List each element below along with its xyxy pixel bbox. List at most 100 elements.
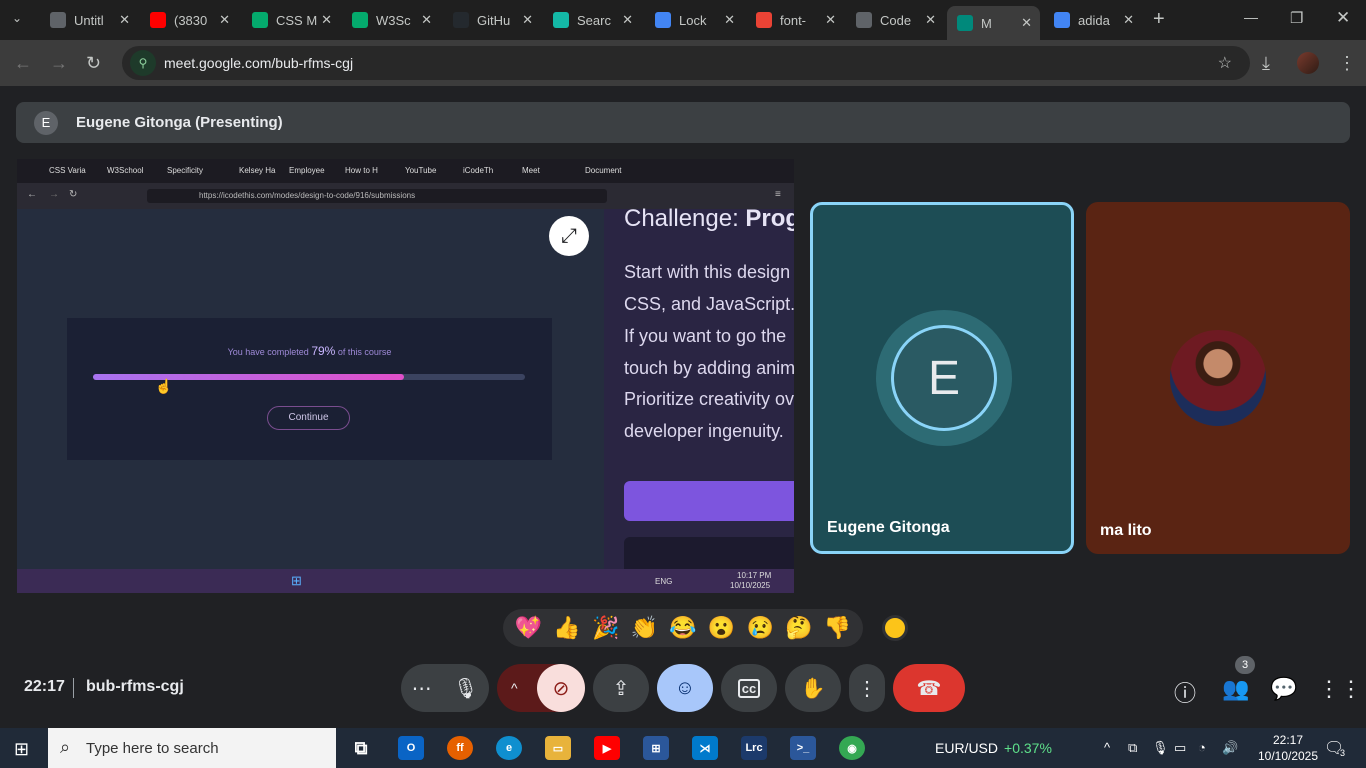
tab-close-icon[interactable]: ✕ [119,12,130,28]
powershell-icon[interactable]: >_ [790,736,816,760]
restore-window-icon[interactable]: ❐ [1290,9,1303,27]
tab-close-icon[interactable]: ✕ [421,12,432,28]
close-window-icon[interactable]: ✕ [1336,8,1350,28]
expand-icon[interactable]: ⤢ [549,216,589,256]
info-icon[interactable]: ⓘ [1174,676,1196,708]
search-icon: ⌕ [60,737,71,757]
leave-call-button[interactable]: ☎ [893,664,965,712]
tab-close-icon[interactable]: ✕ [925,12,936,28]
github-icon [453,12,469,28]
store-icon[interactable]: ⊞ [643,736,669,760]
tab-close-icon[interactable]: ✕ [724,12,735,28]
browser-tab[interactable]: Searc ✕ [543,6,641,34]
taskbar-search-box[interactable]: ⌕ Type here to search [48,728,336,768]
tab-close-icon[interactable]: ✕ [219,12,230,28]
reaction-emoji-button[interactable]: 😢 [747,615,774,641]
firefox-icon[interactable]: ff [447,736,473,760]
browser-tab[interactable]: W3Sc ✕ [342,6,440,34]
reaction-emoji-button[interactable]: 🎉 [592,615,619,641]
presenter-name: Eugene Gitonga (Presenting) [76,114,283,131]
reaction-emoji-button[interactable]: 👏 [631,615,658,641]
file-explorer-icon[interactable]: ▭ [545,736,571,760]
tab-close-icon[interactable]: ✕ [622,12,633,28]
tab-close-icon[interactable]: ✕ [522,12,533,28]
shared-menu-icon: ≡ [775,189,781,200]
reload-icon[interactable]: ↻ [86,53,101,74]
avatar: E [891,325,997,431]
browser-tab[interactable]: (3830 ✕ [140,6,238,34]
windows-start-icon[interactable]: ⊞ [14,739,29,760]
camera-off-icon[interactable]: ⊘ [537,664,585,712]
presenter-avatar: E [34,110,58,135]
activities-icon[interactable]: ⋮⋮ [1318,676,1362,702]
volume-icon[interactable]: 🔊 [1222,740,1238,756]
chat-icon[interactable]: 💬 [1270,676,1297,702]
browser-tab[interactable]: M ✕ [947,6,1040,40]
browser-tab[interactable]: CSS M ✕ [242,6,340,34]
shared-back-icon: ← [27,189,37,200]
chrome-menu-icon[interactable]: ⋮ [1338,53,1356,74]
browser-tab[interactable]: Untitl ✕ [40,6,138,34]
reaction-emoji-button[interactable]: 💖 [515,615,542,641]
tab-title: CSS M [276,12,318,28]
microphone-icon[interactable]: 🎙 [453,676,478,701]
lightroom-icon[interactable]: Lrc [741,736,767,760]
bookmark-star-icon[interactable]: ☆ [1218,53,1232,73]
show-hidden-icons-icon[interactable]: ^ [1104,740,1110,755]
minimize-window-icon[interactable]: — [1244,9,1258,25]
participant-tile-malito[interactable]: ma lito [1086,202,1350,554]
browser-tab[interactable]: Code ✕ [846,6,944,34]
emoji-button[interactable]: ☺ [657,664,713,712]
browser-tab[interactable]: adida ✕ [1044,6,1142,34]
new-tab-button[interactable]: + [1153,8,1165,31]
tab-close-icon[interactable]: ✕ [1123,12,1134,28]
browser-tab[interactable]: Lock ✕ [645,6,743,34]
reaction-emoji-button[interactable]: 👎 [824,615,851,641]
mic-options-icon[interactable]: ⋯ [412,676,432,701]
address-bar[interactable]: ⚲ meet.google.com/bub-rfms-cgj ☆ [122,46,1250,80]
meet-presenting-icon[interactable]: ⧉ [1128,740,1137,756]
tab-title: font- [780,12,807,28]
wifi-icon[interactable]: ◔ [1198,740,1206,755]
camera-options-icon[interactable]: ^ [511,680,518,696]
people-icon[interactable]: 👥 [1222,676,1249,702]
chrome-icon[interactable]: ◉ [839,736,865,760]
browser-tab[interactable]: GitHu ✕ [443,6,541,34]
participant-tile-eugene[interactable]: E Eugene Gitonga [810,202,1074,554]
raise-hand-button[interactable]: ✋ [785,664,841,712]
reaction-emoji-button[interactable]: 😂 [669,615,696,641]
reaction-emoji-button[interactable]: 😮 [708,615,735,641]
skin-tone-button[interactable] [882,615,908,641]
taskbar-clock[interactable]: 22:17 10/10/2025 [1256,732,1320,764]
reaction-emoji-button[interactable]: 👍 [553,615,580,641]
profile-avatar[interactable] [1297,52,1319,74]
edge-icon[interactable]: e [496,736,522,760]
back-arrow-icon[interactable]: ← [14,53,32,74]
challenge-bold: Prog [745,205,794,232]
tab-close-icon[interactable]: ✕ [1021,15,1032,31]
youtube-icon[interactable]: ▶ [594,736,620,760]
progress-suffix: of this course [337,347,392,357]
tab-close-icon[interactable]: ✕ [825,12,836,28]
battery-icon[interactable]: ▭ [1174,740,1186,756]
tab-search-icon[interactable]: ⌄ [12,11,22,25]
task-view-icon[interactable]: ⧉ [348,736,374,760]
tab-close-icon[interactable]: ✕ [321,12,332,28]
browser-tab[interactable]: font- ✕ [746,6,844,34]
download-icon[interactable]: ⤓ [1262,53,1270,74]
outlook-icon[interactable]: O [398,736,424,760]
forward-arrow-icon[interactable]: → [50,53,68,74]
site-info-icon[interactable]: ⚲ [130,50,156,76]
currency-widget[interactable]: EUR/USD +0.37% [935,740,1052,756]
vscode-icon[interactable]: ⋊ [692,736,718,760]
captions-button[interactable]: cc [721,664,777,712]
present-screen-button[interactable]: ⇪ [593,664,649,712]
tab-title: M [981,15,992,31]
microphone-tray-icon[interactable]: 🎙 [1152,740,1169,756]
more-options-button[interactable]: ⋮ [849,664,885,712]
hand-icon: ✋ [800,677,826,700]
reaction-emoji-button[interactable]: 🤔 [785,615,812,641]
search-placeholder: Type here to search [86,739,219,757]
challenge-label: Challenge: [624,205,739,232]
challenge-line: touch by adding anim [624,358,794,378]
